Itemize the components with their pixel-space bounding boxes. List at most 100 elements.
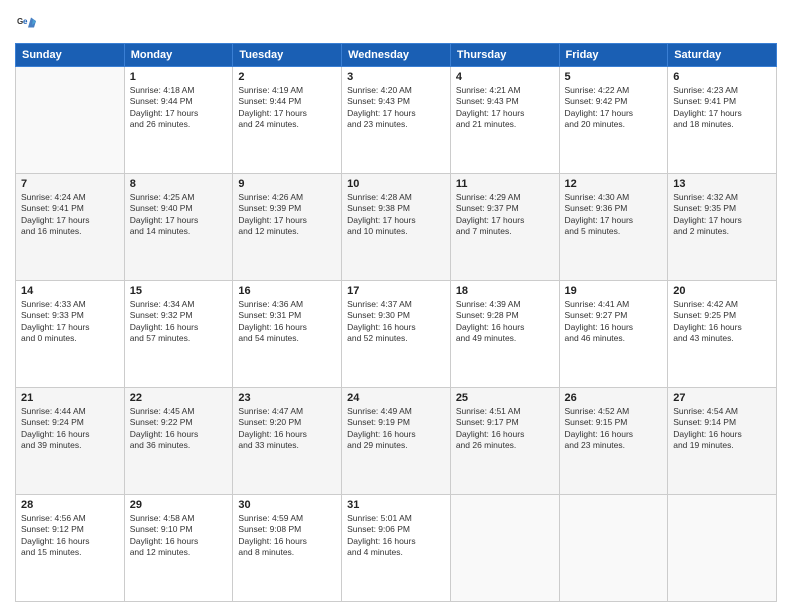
calendar-cell: 3 Sunrise: 4:20 AMSunset: 9:43 PMDaylight… [342, 67, 451, 174]
day-info: Sunrise: 4:59 AMSunset: 9:08 PMDaylight:… [238, 513, 336, 559]
day-of-week-sunday: Sunday [16, 44, 125, 67]
day-info: Sunrise: 4:34 AMSunset: 9:32 PMDaylight:… [130, 299, 228, 345]
day-of-week-monday: Monday [124, 44, 233, 67]
day-info: Sunrise: 4:18 AMSunset: 9:44 PMDaylight:… [130, 85, 228, 131]
day-info: Sunrise: 4:44 AMSunset: 9:24 PMDaylight:… [21, 406, 119, 452]
calendar-cell: 16 Sunrise: 4:36 AMSunset: 9:31 PMDayligh… [233, 281, 342, 388]
calendar-header-row: SundayMondayTuesdayWednesdayThursdayFrid… [16, 44, 777, 67]
day-info: Sunrise: 4:20 AMSunset: 9:43 PMDaylight:… [347, 85, 445, 131]
day-info: Sunrise: 4:37 AMSunset: 9:30 PMDaylight:… [347, 299, 445, 345]
calendar-cell: 1 Sunrise: 4:18 AMSunset: 9:44 PMDaylight… [124, 67, 233, 174]
day-number: 8 [130, 178, 228, 190]
logo-icon: G e [17, 15, 37, 35]
day-number: 4 [456, 71, 554, 83]
day-info: Sunrise: 4:32 AMSunset: 9:35 PMDaylight:… [673, 192, 771, 238]
day-info: Sunrise: 4:23 AMSunset: 9:41 PMDaylight:… [673, 85, 771, 131]
day-number: 18 [456, 285, 554, 297]
day-number: 10 [347, 178, 445, 190]
calendar-cell: 5Sunrise: 4:22 AMSunset: 9:42 PMDaylight… [559, 67, 668, 174]
header: G e [15, 15, 777, 35]
day-info: Sunrise: 4:45 AMSunset: 9:22 PMDaylight:… [130, 406, 228, 452]
day-number: 9 [238, 178, 336, 190]
day-number: 29 [130, 499, 228, 511]
calendar-cell: 13 Sunrise: 4:32 AMSunset: 9:35 PMDayligh… [668, 174, 777, 281]
day-number: 12 [565, 178, 663, 190]
day-number: 28 [21, 499, 119, 511]
day-of-week-wednesday: Wednesday [342, 44, 451, 67]
day-number: 2 [238, 71, 336, 83]
calendar-cell: 29Sunrise: 4:58 AMSunset: 9:10 PMDayligh… [124, 495, 233, 602]
calendar-week-4: 21 Sunrise: 4:44 AMSunset: 9:24 PMDayligh… [16, 388, 777, 495]
day-number: 22 [130, 392, 228, 404]
day-of-week-saturday: Saturday [668, 44, 777, 67]
calendar-cell: 19Sunrise: 4:41 AMSunset: 9:27 PMDayligh… [559, 281, 668, 388]
page: G e SundayMondayTuesdayWednesdayThursday… [0, 0, 792, 612]
day-info: Sunrise: 4:22 AMSunset: 9:42 PMDaylight:… [565, 85, 663, 131]
calendar-cell: 2 Sunrise: 4:19 AMSunset: 9:44 PMDaylight… [233, 67, 342, 174]
calendar-cell: 8 Sunrise: 4:25 AMSunset: 9:40 PMDaylight… [124, 174, 233, 281]
calendar-cell: 11 Sunrise: 4:29 AMSunset: 9:37 PMDayligh… [450, 174, 559, 281]
day-number: 16 [238, 285, 336, 297]
calendar-cell: 14Sunrise: 4:33 AMSunset: 9:33 PMDayligh… [16, 281, 125, 388]
calendar-cell: 26 Sunrise: 4:52 AMSunset: 9:15 PMDayligh… [559, 388, 668, 495]
day-info: Sunrise: 4:21 AMSunset: 9:43 PMDaylight:… [456, 85, 554, 131]
day-info: Sunrise: 4:52 AMSunset: 9:15 PMDaylight:… [565, 406, 663, 452]
day-info: Sunrise: 4:25 AMSunset: 9:40 PMDaylight:… [130, 192, 228, 238]
day-number: 11 [456, 178, 554, 190]
day-of-week-thursday: Thursday [450, 44, 559, 67]
day-info: Sunrise: 4:42 AMSunset: 9:25 PMDaylight:… [673, 299, 771, 345]
day-number: 19 [565, 285, 663, 297]
day-number: 13 [673, 178, 771, 190]
day-number: 17 [347, 285, 445, 297]
svg-text:G: G [17, 17, 23, 26]
day-info: Sunrise: 4:56 AMSunset: 9:12 PMDaylight:… [21, 513, 119, 559]
calendar-cell: 6 Sunrise: 4:23 AMSunset: 9:41 PMDaylight… [668, 67, 777, 174]
calendar-week-5: 28 Sunrise: 4:56 AMSunset: 9:12 PMDayligh… [16, 495, 777, 602]
calendar-cell: 9 Sunrise: 4:26 AMSunset: 9:39 PMDaylight… [233, 174, 342, 281]
calendar-cell: 4 Sunrise: 4:21 AMSunset: 9:43 PMDaylight… [450, 67, 559, 174]
day-number: 25 [456, 392, 554, 404]
day-number: 23 [238, 392, 336, 404]
day-info: Sunrise: 4:24 AMSunset: 9:41 PMDaylight:… [21, 192, 119, 238]
day-number: 27 [673, 392, 771, 404]
day-number: 15 [130, 285, 228, 297]
day-of-week-friday: Friday [559, 44, 668, 67]
calendar-cell: 17 Sunrise: 4:37 AMSunset: 9:30 PMDayligh… [342, 281, 451, 388]
day-info: Sunrise: 4:39 AMSunset: 9:28 PMDaylight:… [456, 299, 554, 345]
calendar-cell [450, 495, 559, 602]
calendar-cell: 15 Sunrise: 4:34 AMSunset: 9:32 PMDayligh… [124, 281, 233, 388]
calendar-cell [668, 495, 777, 602]
day-number: 7 [21, 178, 119, 190]
day-info: Sunrise: 4:29 AMSunset: 9:37 PMDaylight:… [456, 192, 554, 238]
day-number: 30 [238, 499, 336, 511]
day-number: 3 [347, 71, 445, 83]
svg-text:e: e [23, 17, 28, 26]
calendar-cell: 12 Sunrise: 4:30 AMSunset: 9:36 PMDayligh… [559, 174, 668, 281]
calendar-cell: 21 Sunrise: 4:44 AMSunset: 9:24 PMDayligh… [16, 388, 125, 495]
calendar-cell: 24 Sunrise: 4:49 AMSunset: 9:19 PMDayligh… [342, 388, 451, 495]
calendar-cell: 27 Sunrise: 4:54 AMSunset: 9:14 PMDayligh… [668, 388, 777, 495]
logo: G e [15, 15, 41, 35]
day-number: 6 [673, 71, 771, 83]
day-info: Sunrise: 4:49 AMSunset: 9:19 PMDaylight:… [347, 406, 445, 452]
day-info: Sunrise: 4:30 AMSunset: 9:36 PMDaylight:… [565, 192, 663, 238]
day-info: Sunrise: 4:19 AMSunset: 9:44 PMDaylight:… [238, 85, 336, 131]
day-info: Sunrise: 4:36 AMSunset: 9:31 PMDaylight:… [238, 299, 336, 345]
day-info: Sunrise: 4:54 AMSunset: 9:14 PMDaylight:… [673, 406, 771, 452]
calendar-cell: 25 Sunrise: 4:51 AMSunset: 9:17 PMDayligh… [450, 388, 559, 495]
calendar-cell [16, 67, 125, 174]
day-number: 21 [21, 392, 119, 404]
calendar-week-3: 14Sunrise: 4:33 AMSunset: 9:33 PMDayligh… [16, 281, 777, 388]
day-info: Sunrise: 4:26 AMSunset: 9:39 PMDaylight:… [238, 192, 336, 238]
calendar-cell: 23 Sunrise: 4:47 AMSunset: 9:20 PMDayligh… [233, 388, 342, 495]
calendar-table: SundayMondayTuesdayWednesdayThursdayFrid… [15, 43, 777, 602]
day-number: 14 [21, 285, 119, 297]
calendar-cell: 20Sunrise: 4:42 AMSunset: 9:25 PMDayligh… [668, 281, 777, 388]
day-number: 1 [130, 71, 228, 83]
day-number: 24 [347, 392, 445, 404]
day-info: Sunrise: 4:47 AMSunset: 9:20 PMDaylight:… [238, 406, 336, 452]
calendar-cell: 31Sunrise: 5:01 AMSunset: 9:06 PMDayligh… [342, 495, 451, 602]
day-info: Sunrise: 4:51 AMSunset: 9:17 PMDaylight:… [456, 406, 554, 452]
day-number: 26 [565, 392, 663, 404]
day-info: Sunrise: 5:01 AMSunset: 9:06 PMDaylight:… [347, 513, 445, 559]
